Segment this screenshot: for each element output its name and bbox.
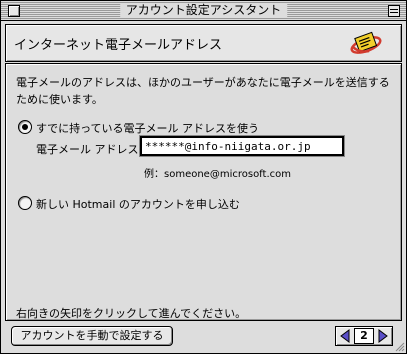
content-panel: 電子メールのアドレスは、ほかのユーザーがあなたに電子メールを送信するために使いま…: [5, 63, 402, 321]
manual-setup-button[interactable]: アカウントを手動で設定する: [11, 326, 173, 346]
assistant-window: アカウント設定アシスタント インターネット電子メールアドレス 電子メールのアドレ…: [0, 0, 407, 354]
use-existing-radio[interactable]: [18, 120, 32, 134]
new-hotmail-label[interactable]: 新しい Hotmail のアカウントを申し込む: [36, 196, 240, 212]
page-navigator: 2: [335, 326, 393, 346]
email-example-text: 例：someone@microsoft.com: [144, 169, 291, 180]
page-title: インターネット電子メールアドレス: [14, 38, 223, 53]
left-arrow-icon[interactable]: [338, 328, 352, 344]
use-existing-label[interactable]: すでに持っている電子メール アドレスを使う: [36, 120, 259, 136]
email-address-label: 電子メール アドレス：: [36, 143, 150, 156]
email-card-icon: [350, 31, 382, 54]
title-bar[interactable]: アカウント設定アシスタント: [1, 1, 406, 21]
collapse-box[interactable]: [388, 5, 400, 17]
resize-grip-icon[interactable]: [393, 340, 405, 352]
footer-bar: アカウントを手動で設定する 2: [1, 321, 406, 353]
window-title: アカウント設定アシスタント: [119, 3, 288, 18]
close-box[interactable]: [8, 5, 20, 17]
page-number: 2: [354, 328, 374, 344]
description-text: 電子メールのアドレスは、ほかのユーザーがあなたに電子メールを送信するために使いま…: [16, 76, 390, 106]
email-address-input[interactable]: ******@info-niigata.or.jp: [139, 135, 345, 157]
navigation-hint: 右向きの矢印をクリックして進んでください。: [16, 307, 247, 320]
new-hotmail-radio[interactable]: [18, 196, 32, 210]
page-header: インターネット電子メールアドレス: [5, 24, 402, 62]
right-arrow-icon[interactable]: [376, 328, 390, 344]
